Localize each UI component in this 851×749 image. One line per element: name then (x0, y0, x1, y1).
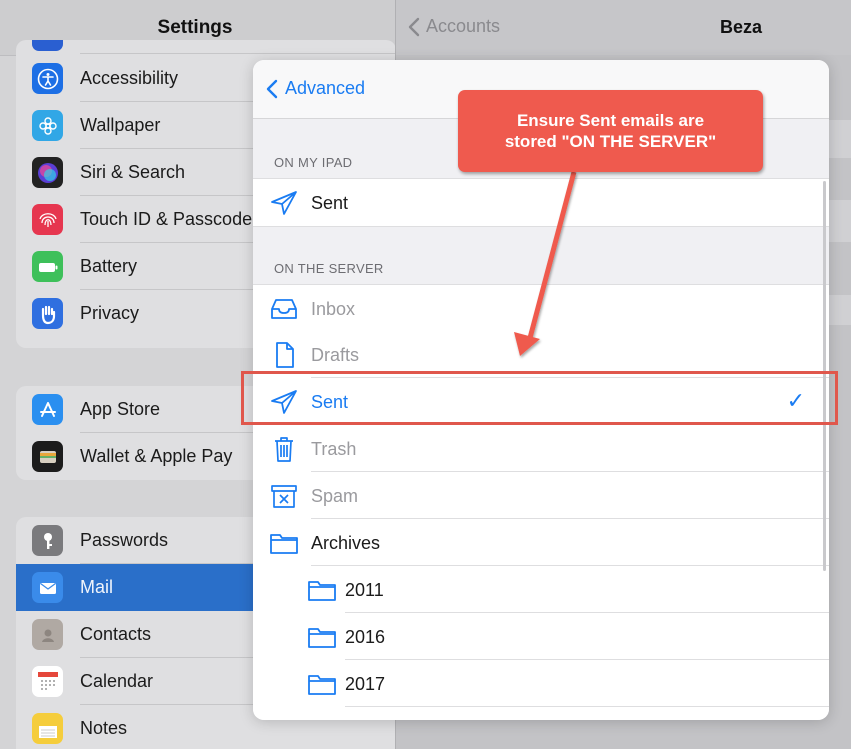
contacts-icon (32, 619, 63, 650)
sidebar-item-label: Accessibility (80, 68, 179, 88)
mailbox-label: Inbox (311, 299, 356, 319)
sidebar-item-label: Touch ID & Passcode (80, 209, 253, 229)
mailbox-row-spam[interactable]: Spam (253, 472, 829, 519)
folder-icon (307, 718, 337, 720)
sidebar-item-label: Notes (80, 718, 128, 738)
junk-box-icon (271, 485, 297, 508)
mailbox-row-2017[interactable]: 2017 (253, 660, 829, 707)
mailbox-row-trash[interactable]: Trash (253, 425, 829, 472)
annotation-callout: Ensure Sent emails are stored "ON THE SER… (458, 90, 763, 172)
trash-icon (275, 437, 293, 462)
detail-row-strip (826, 120, 851, 158)
advanced-back-button[interactable]: Advanced (266, 78, 365, 99)
accounts-back-label: Accounts (426, 16, 501, 36)
sidebar-item-label: App Store (80, 399, 161, 419)
siri-icon (32, 157, 63, 188)
mailbox-label: Drafts (311, 345, 360, 365)
calendar-icon (32, 666, 63, 697)
detail-row-strip (826, 295, 851, 325)
detail-row-strip (826, 200, 851, 242)
mailbox-label: 2011 (345, 580, 384, 600)
chevron-left-icon (408, 17, 420, 36)
mailbox-row-ipad-sent[interactable]: Sent (253, 178, 829, 227)
callout-line-1: Ensure Sent emails are (516, 111, 705, 130)
section-header-ipad: ON MY IPAD (274, 155, 353, 170)
sidebar-item-label: Siri & Search (80, 162, 186, 182)
page-title: Settings (157, 17, 233, 38)
wallet-icon (32, 441, 63, 472)
mailbox-row-2016[interactable]: 2016 (253, 613, 829, 660)
mailbox-label: Trash (311, 439, 357, 459)
mailbox-label: Spam (311, 486, 359, 506)
fingerprint-icon (32, 204, 63, 235)
sidebar-item-label: Contacts (80, 624, 152, 644)
sidebar-item-label: Wallpaper (80, 115, 161, 135)
highlight-box (241, 371, 838, 425)
settings-row-partial (16, 40, 395, 54)
mailbox-label: Sent (311, 193, 349, 213)
mailbox-row-2011[interactable]: 2011 (253, 566, 829, 613)
folder-icon (308, 628, 336, 648)
detail-header: Accounts Beza (396, 0, 851, 55)
document-icon (276, 342, 294, 368)
mailbox-row-inbox[interactable]: Inbox (253, 284, 829, 332)
sidebar-item-label: Mail (80, 577, 114, 597)
advanced-back-label: Advanced (285, 78, 366, 98)
mail-icon (32, 572, 63, 603)
inbox-tray-icon (271, 299, 297, 319)
chevron-left-icon (266, 79, 278, 98)
callout-text: Ensure Sent emails are stored "ON THE SER… (505, 110, 716, 152)
notes-icon (32, 713, 63, 744)
mailbox-label: Archives (311, 533, 381, 553)
sidebar-item-label: Wallet & Apple Pay (80, 446, 233, 466)
hidden-row-icon (32, 40, 63, 51)
folder-icon (308, 581, 336, 601)
folder-icon (270, 534, 298, 554)
mailbox-label: 2016 (345, 627, 386, 647)
wallpaper-icon (32, 110, 63, 141)
detail-title: Beza (719, 17, 763, 37)
sidebar-item-label: Privacy (80, 303, 140, 323)
key-icon (32, 525, 63, 556)
accounts-back-button[interactable]: Accounts (408, 16, 500, 37)
section-header-server: ON THE SERVER (274, 261, 384, 276)
app-store-icon (32, 394, 63, 425)
callout-line-2: stored "ON THE SERVER" (504, 132, 717, 151)
mailbox-label: 2017 (345, 674, 386, 694)
accessibility-icon (32, 63, 63, 94)
mailbox-row-archives[interactable]: Archives (253, 519, 829, 566)
folder-icon (308, 675, 336, 695)
paper-plane-icon (271, 191, 297, 215)
mailbox-row-partial (253, 707, 829, 720)
sidebar-item-label: Battery (80, 256, 138, 276)
battery-icon (32, 251, 63, 282)
sidebar-item-label: Passwords (80, 530, 169, 550)
sidebar-item-label: Calendar (80, 671, 154, 691)
hand-icon (32, 298, 63, 329)
